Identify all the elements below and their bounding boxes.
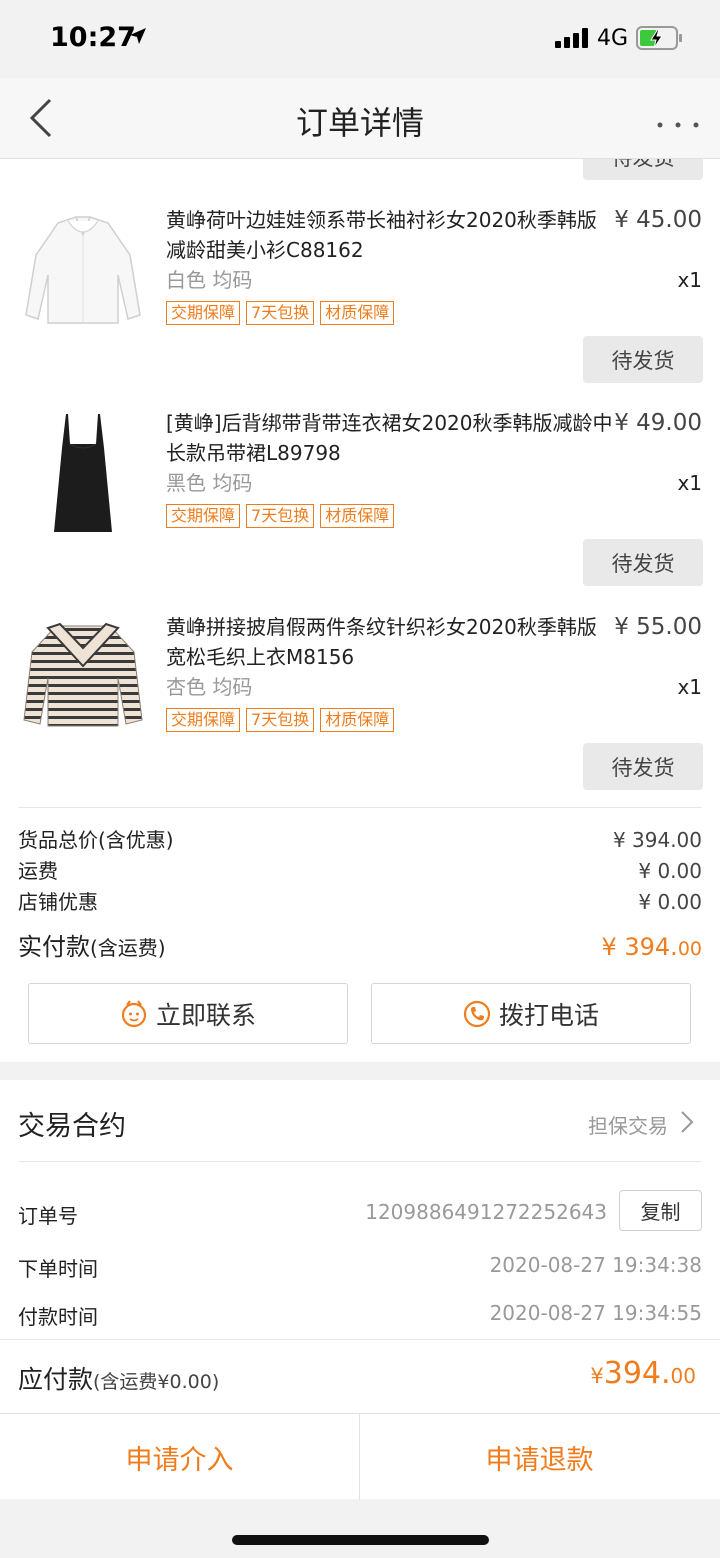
chat-face-icon	[121, 999, 147, 1027]
ship-status-button[interactable]: 待发货	[583, 159, 703, 180]
tag-7day-exchange: 7天包换	[246, 708, 315, 732]
amount-due-sub: (含运费¥0.00)	[93, 1371, 220, 1393]
guarantee-tags: 交期保障 7天包换 材质保障	[166, 504, 400, 528]
bottom-action-bar: 申请介入 申请退款	[0, 1413, 720, 1500]
order-time-label: 下单时间	[18, 1257, 98, 1281]
paid-sub-label: (含运费)	[90, 936, 166, 960]
cellular-signal-icon	[555, 28, 589, 52]
paid-amount-decimal: 00	[677, 938, 702, 960]
call-seller-label: 拨打电话	[498, 1000, 599, 1030]
tag-7day-exchange: 7天包换	[246, 301, 315, 325]
contact-seller-label: 立即联系	[155, 1000, 256, 1030]
contact-seller-button[interactable]: 立即联系	[28, 983, 348, 1044]
trade-contract-title: 交易合约	[18, 1111, 126, 1142]
paid-amount-row: 实付款(含运费) ¥ 394.00	[18, 929, 702, 965]
product-name[interactable]: 黄峥荷叶边娃娃领系带长袖衬衫女2020秋季韩版减龄甜美小衫C88162	[166, 205, 616, 265]
apply-refund-button[interactable]: 申请退款	[360, 1414, 719, 1500]
paid-amount: ¥ 394.00	[601, 929, 702, 967]
store-discount-value: ¥ 0.00	[638, 890, 702, 914]
product-spec: 杏色 均码	[166, 675, 253, 699]
product-name[interactable]: 黄峥拼接披肩假两件条纹针织衫女2020秋季韩版宽松毛织上衣M8156	[166, 612, 616, 672]
product-thumbnail-striped-sweater[interactable]	[18, 612, 148, 742]
more-options-icon[interactable]	[656, 114, 700, 133]
status-bar: 10:27 4G	[0, 0, 720, 78]
goods-total-row: 货品总价(含优惠) ¥ 394.00	[18, 825, 702, 855]
product-name[interactable]: [黄峥]后背绑带背带连衣裙女2020秋季韩版减龄中长款吊带裙L89798	[166, 408, 616, 468]
status-time: 10:27	[50, 22, 136, 53]
store-discount-label: 店铺优惠	[18, 890, 98, 914]
tag-material-guarantee: 材质保障	[320, 301, 395, 325]
nav-bar: 订单详情	[0, 78, 720, 159]
trade-contract-section: 交易合约 担保交易 订单号 1209886491272252643 复制 下单时…	[0, 1080, 720, 1413]
product-spec: 白色 均码	[166, 268, 253, 292]
divider	[18, 1161, 702, 1162]
copy-order-number-button[interactable]: 复制	[619, 1190, 702, 1231]
ship-status-button[interactable]: 待发货	[583, 539, 703, 586]
tag-7day-exchange: 7天包换	[246, 504, 315, 528]
amount-due-currency: ¥	[590, 1364, 604, 1388]
store-discount-row: 店铺优惠 ¥ 0.00	[18, 887, 702, 917]
tag-delivery-guarantee: 交期保障	[166, 301, 241, 325]
call-seller-button[interactable]: 拨打电话	[371, 983, 691, 1044]
goods-total-label: 货品总价(含优惠)	[18, 828, 174, 852]
ship-status-button[interactable]: 待发货	[583, 743, 703, 790]
paid-amount-main: ¥ 394.	[601, 933, 678, 961]
product-spec: 黑色 均码	[166, 471, 253, 495]
product-thumbnail-black-dress[interactable]	[18, 408, 148, 538]
trade-contract-type[interactable]: 担保交易	[588, 1110, 668, 1139]
goods-total-value: ¥ 394.00	[612, 828, 702, 852]
guarantee-tags: 交期保障 7天包换 材质保障	[166, 301, 400, 325]
phone-icon	[463, 1000, 491, 1027]
product-qty: x1	[677, 675, 702, 699]
apply-intervention-button[interactable]: 申请介入	[0, 1414, 359, 1500]
order-section: 待发货 黄峥荷叶边娃娃领系带长袖衬衫女2020秋季韩版减龄甜美小衫C88162 …	[0, 159, 720, 1062]
order-time-value: 2020-08-27 19:34:38	[489, 1253, 702, 1277]
pay-time-value: 2020-08-27 19:34:55	[489, 1301, 702, 1325]
chevron-right-icon[interactable]	[680, 1110, 694, 1138]
amount-due-value: ¥394.00	[590, 1356, 696, 1391]
product-price: ¥ 45.00	[614, 207, 702, 233]
order-number-value: 1209886491272252643	[365, 1200, 607, 1224]
order-number-label: 订单号	[18, 1204, 78, 1228]
shipping-value: ¥ 0.00	[638, 859, 702, 883]
tag-material-guarantee: 材质保障	[320, 504, 395, 528]
guarantee-tags: 交期保障 7天包换 材质保障	[166, 708, 400, 732]
product-qty: x1	[677, 268, 702, 292]
tag-material-guarantee: 材质保障	[320, 708, 395, 732]
page-title: 订单详情	[295, 104, 424, 142]
product-price: ¥ 49.00	[614, 410, 702, 436]
amount-due-label: 应付款(含运费¥0.00)	[18, 1360, 219, 1396]
tag-delivery-guarantee: 交期保障	[166, 708, 241, 732]
pay-time-label: 付款时间	[18, 1305, 98, 1329]
product-qty: x1	[677, 471, 702, 495]
battery-charging-icon	[636, 26, 684, 56]
home-indicator[interactable]	[232, 1535, 489, 1545]
shipping-label: 运费	[18, 859, 58, 883]
shipping-row: 运费 ¥ 0.00	[18, 856, 702, 886]
amount-due-decimal: 00	[670, 1364, 696, 1388]
location-arrow-icon	[128, 26, 148, 50]
paid-label: 实付款	[18, 933, 90, 961]
ship-status-button[interactable]: 待发货	[583, 336, 703, 383]
product-price: ¥ 55.00	[614, 614, 702, 640]
divider	[18, 807, 702, 808]
divider	[0, 1339, 720, 1340]
network-type: 4G	[597, 26, 629, 51]
tag-delivery-guarantee: 交期保障	[166, 504, 241, 528]
product-thumbnail-white-blouse[interactable]	[18, 205, 148, 335]
amount-due-main: 394.	[603, 1356, 671, 1391]
amount-due-title: 应付款	[18, 1365, 94, 1394]
